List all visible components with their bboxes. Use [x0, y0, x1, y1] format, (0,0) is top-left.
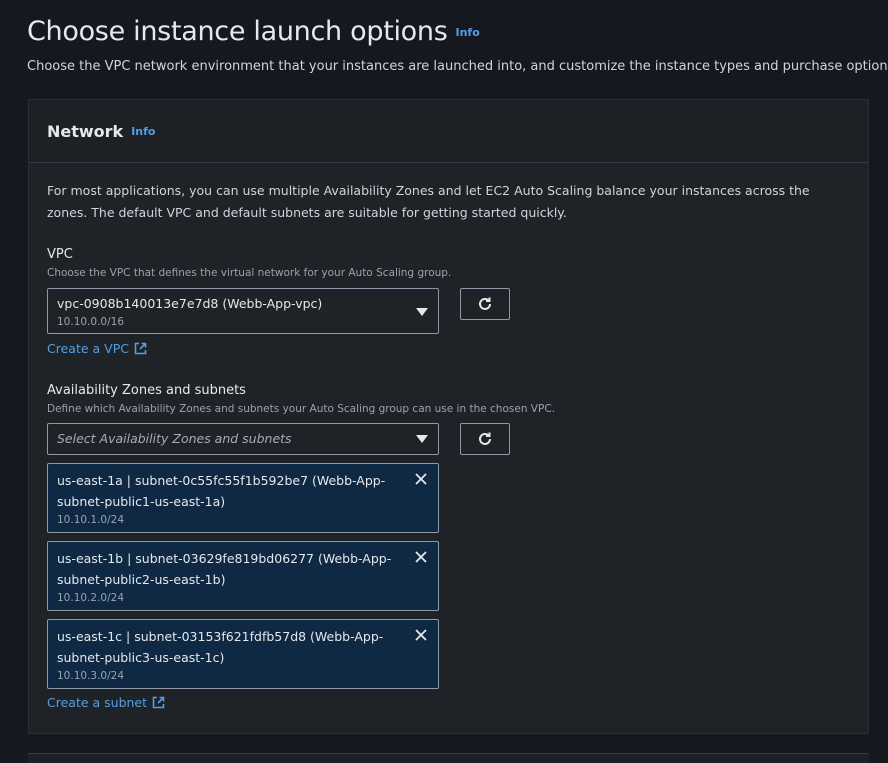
create-subnet-link[interactable]: Create a subnet — [47, 695, 165, 710]
vpc-selected-value: vpc-0908b140013e7e7d8 (Webb-App-vpc) — [57, 296, 323, 311]
next-panel-edge — [28, 753, 869, 763]
subnet-token: us-east-1c | subnet-03153f621fdfb57d8 (W… — [47, 619, 439, 689]
vpc-cidr: 10.10.0.0/16 — [57, 316, 124, 328]
vpc-refresh-button[interactable] — [460, 288, 510, 320]
page-description: Choose the VPC network environment that … — [27, 59, 888, 74]
subnet-token-cidr: 10.10.3.0/24 — [57, 670, 124, 682]
vpc-select[interactable]: vpc-0908b140013e7e7d8 (Webb-App-vpc) 10.… — [47, 288, 439, 334]
create-vpc-label: Create a VPC — [47, 341, 129, 356]
subnet-token-cidr: 10.10.2.0/24 — [57, 592, 124, 604]
vpc-description: Choose the VPC that defines the virtual … — [47, 267, 452, 279]
subnets-description: Define which Availability Zones and subn… — [47, 403, 555, 415]
header-info-link[interactable]: Info — [455, 26, 479, 39]
subnet-token-cidr: 10.10.1.0/24 — [57, 514, 124, 526]
subnet-token-label: us-east-1b | subnet-03629fe819bd06277 (W… — [57, 551, 392, 587]
close-icon[interactable] — [414, 550, 428, 564]
subnets-refresh-button[interactable] — [460, 423, 510, 455]
refresh-icon — [479, 297, 491, 310]
subnets-placeholder: Select Availability Zones and subnets — [57, 431, 292, 446]
subnets-label: Availability Zones and subnets — [47, 383, 246, 398]
subnet-token-label: us-east-1c | subnet-03153f621fdfb57d8 (W… — [57, 629, 384, 665]
create-subnet-label: Create a subnet — [47, 695, 148, 710]
chevron-down-icon — [416, 435, 428, 443]
page-title: Choose instance launch options Info — [27, 16, 480, 47]
network-panel-body: For most applications, you can use multi… — [29, 100, 868, 733]
close-icon[interactable] — [414, 628, 428, 642]
external-link-icon — [152, 696, 165, 709]
network-panel: Network Info For most applications, you … — [28, 99, 869, 734]
vpc-label: VPC — [47, 247, 73, 262]
external-link-icon — [134, 342, 147, 355]
network-intro-text: For most applications, you can use multi… — [47, 183, 810, 220]
subnet-token: us-east-1b | subnet-03629fe819bd06277 (W… — [47, 541, 439, 611]
chevron-down-icon — [416, 308, 428, 316]
create-vpc-link[interactable]: Create a VPC — [47, 341, 147, 356]
refresh-icon — [479, 432, 491, 445]
close-icon[interactable] — [414, 472, 428, 486]
subnets-select[interactable]: Select Availability Zones and subnets — [47, 423, 439, 455]
page-title-text: Choose instance launch options — [27, 16, 448, 47]
subnet-token: us-east-1a | subnet-0c55fc55f1b592be7 (W… — [47, 463, 439, 533]
subnet-token-label: us-east-1a | subnet-0c55fc55f1b592be7 (W… — [57, 473, 386, 509]
